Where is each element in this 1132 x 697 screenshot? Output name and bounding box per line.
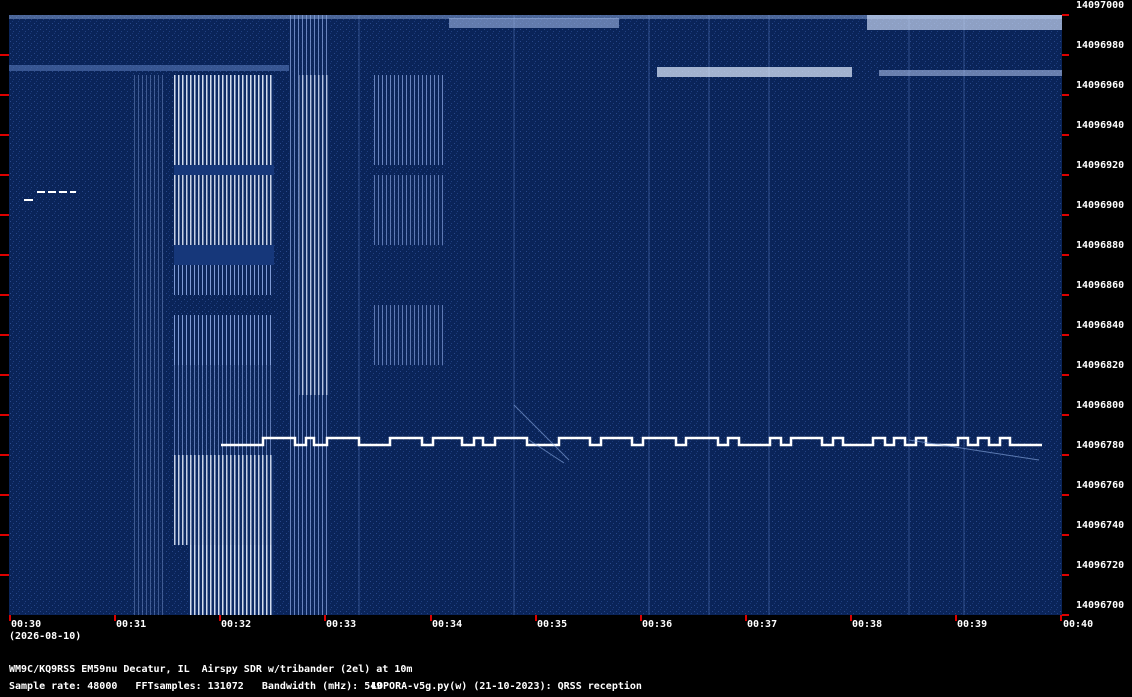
y-tick-label: 14096780 bbox=[1076, 440, 1125, 451]
x-tick-label: 00:37 bbox=[747, 619, 778, 630]
x-tick-label: 00:40 bbox=[1063, 619, 1094, 630]
x-tick-label: 00:32 bbox=[221, 619, 252, 630]
waterfall-signals bbox=[9, 15, 1062, 615]
x-tick-label: 00:33 bbox=[326, 619, 357, 630]
software-info: LOPORA-v5g.py(w) (21-10-2023): QRSS rece… bbox=[371, 681, 642, 692]
x-tick-label: 00:39 bbox=[957, 619, 988, 630]
y-tick-label: 14096800 bbox=[1076, 400, 1125, 411]
y-tick-label: 14097000 bbox=[1076, 0, 1125, 11]
x-tick-label: 00:36 bbox=[642, 619, 673, 630]
y-tick-label: 14096700 bbox=[1076, 600, 1125, 611]
y-tick-label: 14096760 bbox=[1076, 480, 1125, 491]
broadband-signal-block bbox=[174, 75, 274, 615]
y-tick-label: 14096840 bbox=[1076, 320, 1125, 331]
y-tick-label: 14096940 bbox=[1076, 120, 1125, 131]
receiver-params: Sample rate: 48000 FFTsamples: 131072 Ba… bbox=[9, 681, 383, 692]
waterfall-display bbox=[9, 15, 1062, 615]
y-tick-label: 14096920 bbox=[1076, 160, 1125, 171]
x-tick-label: 00:31 bbox=[116, 619, 147, 630]
y-tick-label: 14096860 bbox=[1076, 280, 1125, 291]
y-tick-label: 14096820 bbox=[1076, 360, 1125, 371]
x-tick-label: 00:34 bbox=[432, 619, 463, 630]
y-tick-label: 14096980 bbox=[1076, 40, 1125, 51]
y-tick-label: 14096900 bbox=[1076, 200, 1125, 211]
y-tick-label: 14096960 bbox=[1076, 80, 1125, 91]
date-label: (2026-08-10) bbox=[9, 631, 82, 642]
y-tick-label: 14096720 bbox=[1076, 560, 1125, 571]
x-tick-label: 00:38 bbox=[852, 619, 883, 630]
x-tick-label: 00:35 bbox=[537, 619, 568, 630]
x-tick-label: 00:30 bbox=[11, 619, 42, 630]
y-tick-label: 14096740 bbox=[1076, 520, 1125, 531]
y-tick-label: 14096880 bbox=[1076, 240, 1125, 251]
station-info: WM9C/KQ9RSS EM59nu Decatur, IL Airspy SD… bbox=[9, 664, 413, 675]
